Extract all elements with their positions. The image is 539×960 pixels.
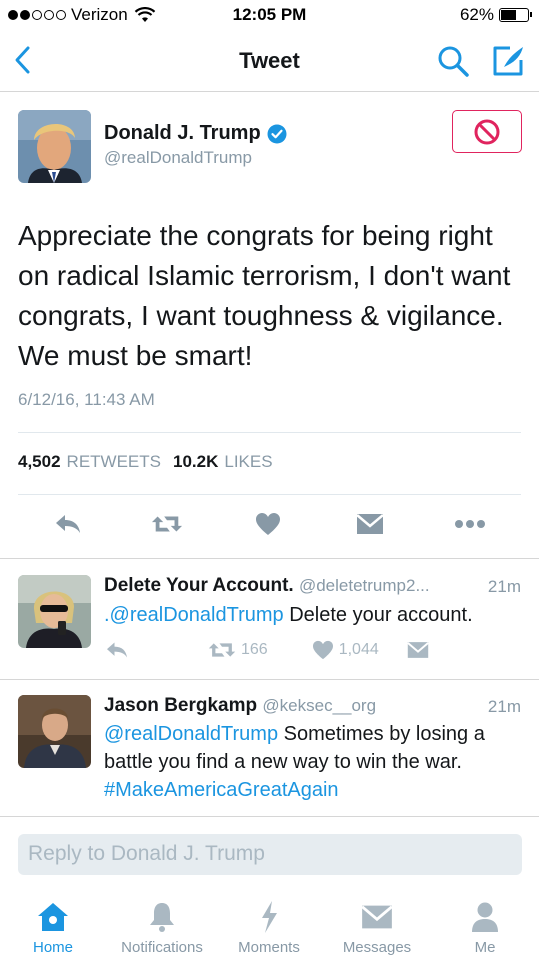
author-handle[interactable]: @realDonaldTrump [104,148,252,168]
lightning-icon [262,901,277,933]
like-button[interactable] [252,508,284,540]
status-time: 12:05 PM [232,5,307,24]
more-button[interactable] [454,508,486,540]
hashtag-link[interactable]: #MakeAmericaGreatAgain [104,779,339,801]
reply-input[interactable]: Reply to Donald J. Trump [18,834,522,875]
reply-time: 21m [487,697,521,716]
nav-bar: Tweet [0,30,539,92]
retweet-button[interactable] [151,508,183,540]
reply-text: @realDonaldTrump Sometimes by losing a b… [104,723,485,801]
retweet-count: 166 [241,641,268,658]
direct-message-button[interactable] [354,508,386,540]
tweet-timestamp: 6/12/16, 11:43 AM [18,390,155,409]
compose-button[interactable] [490,43,526,79]
divider [0,679,539,680]
heart-icon [312,640,333,660]
reply-avatar[interactable] [18,575,91,648]
retweet-button[interactable]: 166 [208,640,268,660]
heart-icon [256,513,280,535]
mention-link[interactable]: @realDonaldTrump [104,723,278,745]
reply-actions: 166 1,044 [104,640,429,660]
envelope-icon [361,905,393,929]
home-icon [38,903,68,931]
search-button[interactable] [436,44,470,78]
block-button[interactable] [452,110,522,153]
reply-author[interactable]: Jason Bergkamp @keksec__org [104,695,376,717]
divider [18,432,521,433]
reply-button[interactable] [52,508,84,540]
search-icon [438,46,469,77]
battery-icon [499,8,532,22]
retweet-icon [151,516,183,532]
like-button[interactable]: 1,044 [312,640,379,660]
retweets-count[interactable]: 4,502 [18,452,61,472]
retweet-icon [208,643,236,657]
reply-author[interactable]: Delete Your Account. @deletetrump2... [104,575,430,597]
block-icon [474,119,500,144]
tab-messages[interactable]: Messages [336,887,418,960]
envelope-icon [356,514,384,534]
reply-icon [56,515,80,533]
author-avatar[interactable] [18,110,91,183]
reply-button[interactable] [104,640,130,660]
like-count: 1,044 [338,641,379,658]
retweets-label[interactable]: RETWEETS [67,452,161,472]
tweet-actions [0,508,539,544]
likes-label[interactable]: LIKES [224,452,272,472]
tab-notifications[interactable]: Notifications [112,887,212,960]
reply-time: 21m [487,577,521,596]
tab-me[interactable]: Me [458,887,512,960]
tab-moments[interactable]: Moments [232,887,306,960]
bell-icon [150,903,174,932]
direct-message-button[interactable] [406,641,429,659]
reply-avatar[interactable] [18,695,91,768]
divider [0,816,539,817]
reply-text: .@realDonaldTrump Delete your account. [104,604,473,626]
verified-badge-icon [267,124,287,143]
divider [18,494,521,495]
reply-icon [107,642,127,658]
envelope-icon [406,642,429,658]
tweet-text: Appreciate the congrats for being right … [18,220,511,371]
more-icon [455,520,485,528]
tab-bar: Home Notifications Moments Messages Me [0,887,539,960]
reply-handle: @deletetrump2... [298,576,430,595]
divider [0,558,539,559]
reply-handle: @keksec__org [262,696,377,715]
mention-link[interactable]: .@realDonaldTrump [104,604,284,626]
tab-home[interactable]: Home [20,887,86,960]
status-bar: Verizon 12:05 PM 62% [0,0,539,30]
tweet-stats: 4,502 RETWEETS 10.2K LIKES [18,452,279,472]
battery-percent: 62% [459,5,494,24]
likes-count[interactable]: 10.2K [173,452,218,472]
status-right: 62% [459,5,532,25]
person-icon [472,902,498,932]
author-name[interactable]: Donald J. Trump [104,122,287,145]
compose-icon [493,46,523,76]
